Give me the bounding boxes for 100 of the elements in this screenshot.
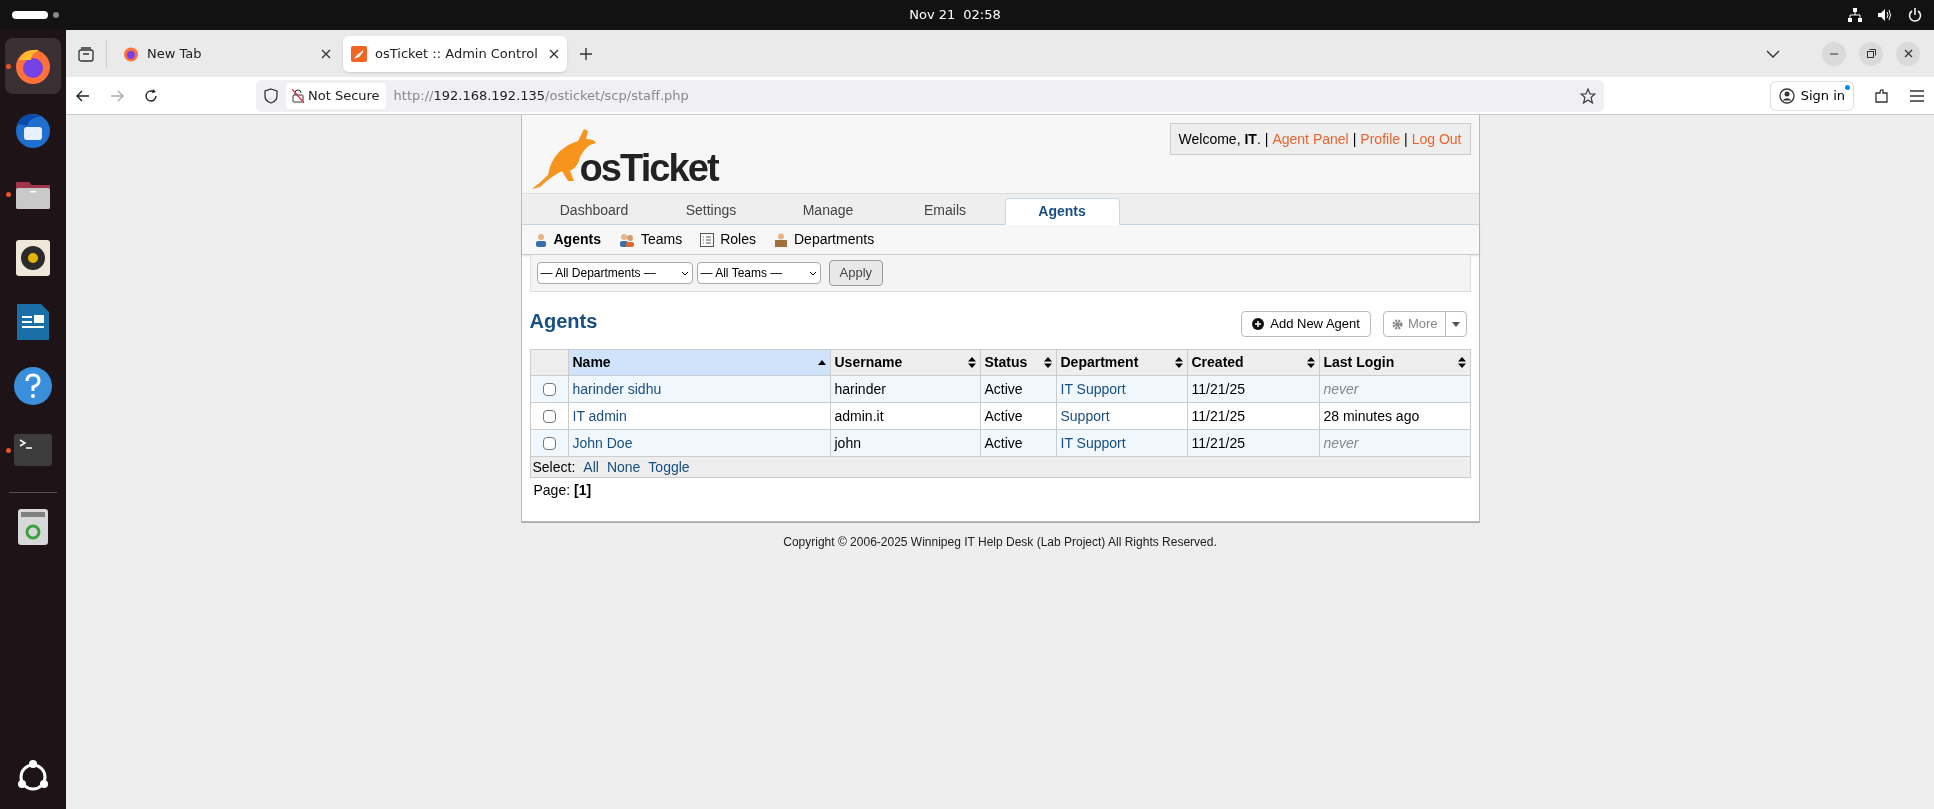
tab-title: osTicket :: Admin Control [375,45,539,64]
agent-name-link[interactable]: IT admin [572,405,627,427]
running-indicator [6,64,11,69]
dock-item[interactable] [5,38,61,94]
shield-icon [264,87,278,104]
column-header[interactable]: Department [1056,350,1188,375]
separator-text: | [1404,129,1408,149]
table-cell-text: 11/21/25 [1191,379,1245,399]
back-icon[interactable] [76,88,90,103]
puzzle-icon[interactable] [1874,87,1890,104]
close-icon[interactable] [321,49,331,59]
caret-icon [1451,321,1460,327]
apply-button[interactable]: Apply [828,260,884,286]
sort-icon [1043,357,1052,368]
team-select[interactable]: — All Teams — [696,262,821,284]
browser-tab[interactable]: osTicket :: Admin Control [343,36,567,72]
nav-tab[interactable]: Agents [1004,198,1120,225]
restore-button[interactable] [1859,41,1883,66]
pagination-label: Page: [533,481,571,500]
kangaroo-icon [351,46,367,62]
column-header[interactable]: Username [830,350,981,375]
browser-tab[interactable]: New Tab [115,36,339,72]
date-text[interactable]: Nov 21 [909,5,956,25]
select-link[interactable]: None [606,456,641,478]
department-link[interactable]: IT Support [1060,432,1126,454]
separator-text: | [1352,129,1357,149]
desk-person-icon [774,232,788,247]
running-indicator [6,192,11,197]
address-bar[interactable]: Not Secure http://192.168.192.135/osticket/scp/staff.php [256,79,1604,112]
column-header[interactable]: Last Login [1319,350,1470,375]
table-cell-text: 11/21/25 [1191,433,1245,453]
column-header[interactable]: Status [980,350,1057,375]
department-select[interactable]: — All Departments — [536,262,693,284]
row-checkbox[interactable] [542,436,556,450]
close-window-button[interactable] [1896,41,1920,66]
nav-tab[interactable]: Settings [653,197,769,224]
clock-text[interactable]: 02:58 [963,5,1001,25]
running-indicator [6,448,11,453]
sub-nav-link[interactable]: Teams [618,229,683,250]
network-icon[interactable] [1848,8,1862,22]
menu-icon[interactable] [1910,89,1924,102]
sub-nav-link[interactable]: Departments [774,229,875,250]
row-checkbox[interactable] [542,382,556,396]
select-link[interactable]: All [583,456,599,478]
department-link[interactable]: IT Support [1060,378,1126,400]
power-icon[interactable] [1908,8,1922,22]
nav-tab[interactable]: Manage [770,197,886,224]
sign-in-button[interactable]: Sign in [1769,80,1854,111]
table-cell-text: Active [984,379,1023,399]
tab-overview-icon[interactable] [78,45,94,62]
list-icon [700,232,715,247]
sort-icon [1457,357,1466,368]
help-icon [13,366,53,406]
reload-icon[interactable] [144,88,158,103]
workspace-indicator-icon [12,10,62,20]
more-button[interactable]: More [1382,311,1467,337]
chevron-down-icon[interactable] [1766,49,1780,58]
account-icon [1778,87,1795,104]
nav-tab[interactable]: Dashboard [536,197,652,224]
url-text: http://192.168.192.135/osticket/scp/staff.php [393,86,689,105]
minimize-button[interactable] [1822,41,1846,66]
person-icon [533,232,548,247]
current-page: [1] [574,481,592,500]
select-link[interactable]: Toggle [648,456,690,478]
table-cell-text: john [834,433,861,453]
volume-icon[interactable] [1878,8,1892,22]
new-tab-icon[interactable] [579,46,593,61]
table-cell-text: Active [984,433,1023,453]
row-checkbox[interactable] [542,409,556,423]
add-new-agent-button[interactable]: Add New Agent [1241,311,1371,337]
welcome-text: Welcome, IT. [1178,129,1261,149]
column-header[interactable]: Created [1187,350,1320,375]
logo-text: osTicket [579,149,718,187]
table-cell-text: never [1323,433,1359,453]
gear-icon [1391,318,1403,330]
agent-name-link[interactable]: harinder sidhu [572,378,662,400]
table-cell-text: Active [984,406,1023,426]
security-badge[interactable]: Not Secure [286,82,386,109]
department-link[interactable]: Support [1060,405,1110,427]
caret-icon [808,270,817,276]
separator-text: | [1264,129,1269,149]
tab-title: New Tab [147,45,203,64]
agent-name-link[interactable]: John Doe [572,432,633,454]
copyright-text: Copyright © 2006-2025 Winnipeg IT Help Desk (Lab Project) All Rights Reserved. [783,534,1217,551]
table-cell-text: harinder [834,379,886,399]
table-cell-text: 11/21/25 [1191,406,1245,426]
sub-nav-link[interactable]: Roles [700,229,756,250]
close-icon [1903,49,1913,58]
select-label: Select: [532,457,576,477]
osticket-logo[interactable]: osTicket [529,115,718,193]
speaker-icon [13,238,53,278]
close-icon[interactable] [549,49,559,59]
nav-tab[interactable]: Emails [887,197,1003,224]
page-title: Agents [529,309,598,334]
column-header[interactable]: Name [568,350,831,375]
sort-ascending-icon [817,360,826,365]
sub-nav-link[interactable]: Agents [533,229,601,250]
bookmark-star-icon[interactable] [1580,87,1596,104]
plus-circle-icon [1252,318,1265,330]
firefox-icon [123,46,139,62]
